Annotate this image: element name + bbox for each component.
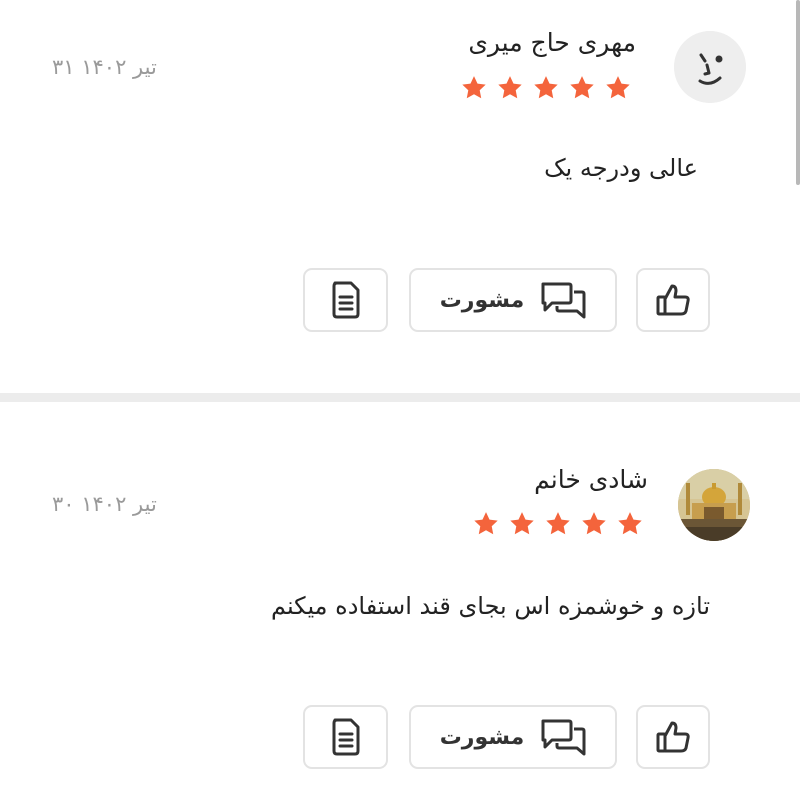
star-icon — [498, 76, 522, 99]
star-icon — [582, 512, 606, 535]
thumbs-up-icon — [656, 284, 690, 316]
thumbs-up-icon — [656, 721, 690, 753]
avatar — [678, 469, 750, 541]
review-author: شادی خانم — [534, 465, 648, 494]
star-icon — [618, 512, 642, 535]
like-button[interactable] — [636, 268, 710, 332]
report-button[interactable] — [303, 268, 388, 332]
star-icon — [606, 76, 630, 99]
star-icon — [546, 512, 570, 535]
star-icon — [510, 512, 534, 535]
consult-button[interactable]: مشورت — [409, 268, 617, 332]
like-button[interactable] — [636, 705, 710, 769]
smiley-face-icon — [674, 31, 746, 103]
star-icon — [462, 76, 486, 99]
document-icon — [332, 281, 359, 319]
shrine-photo — [678, 469, 750, 541]
scrollbar[interactable] — [796, 0, 800, 185]
section-divider — [0, 393, 800, 402]
avatar — [674, 31, 746, 103]
document-icon — [332, 718, 359, 756]
chat-bubbles-icon — [541, 282, 586, 319]
consult-button[interactable]: مشورت — [409, 705, 617, 769]
review-text: تازه و خوشمزه اس بجای قند استفاده میکنم — [270, 592, 710, 620]
review-actions: مشورت — [0, 705, 788, 773]
reviews-screen: مهری حاج میری ۳۱ تیر ۱۴۰۲ عالی ودرجه یک … — [0, 0, 800, 800]
report-button[interactable] — [303, 705, 388, 769]
review-text: عالی ودرجه یک — [544, 154, 698, 182]
review-card: مهری حاج میری ۳۱ تیر ۱۴۰۲ عالی ودرجه یک … — [0, 0, 788, 393]
review-actions: مشورت — [0, 268, 788, 336]
star-icon — [474, 512, 498, 535]
consult-label: مشورت — [439, 724, 525, 750]
star-icon — [534, 76, 558, 99]
rating-stars — [472, 510, 644, 538]
review-date: ۳۱ تیر ۱۴۰۲ — [52, 55, 157, 79]
consult-label: مشورت — [439, 287, 525, 313]
rating-stars — [460, 74, 632, 102]
review-date: ۳۰ تیر ۱۴۰۲ — [52, 492, 157, 516]
review-author: مهری حاج میری — [468, 28, 636, 57]
star-icon — [570, 76, 594, 99]
chat-bubbles-icon — [541, 719, 586, 756]
